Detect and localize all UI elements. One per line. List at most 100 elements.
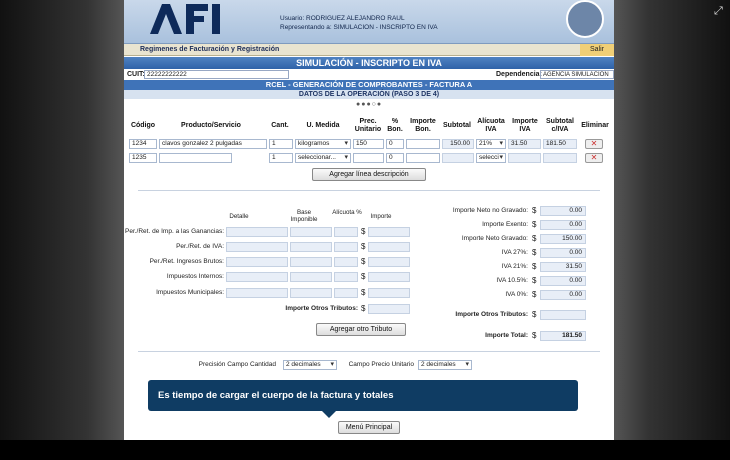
afip-app: Usuario: RODRIGUEZ ALEJANDRO RAUL Repres…	[124, 0, 614, 440]
tributo-alicuota-input[interactable]	[334, 227, 358, 237]
total-value-iva21: 31.50	[540, 262, 586, 272]
agregar-tributo-button[interactable]: Agregar otro Tributo	[316, 323, 406, 336]
currency-symbol: $	[532, 220, 537, 229]
total-value-iva0: 0.00	[540, 290, 586, 300]
tributo-detalle-input[interactable]	[226, 242, 288, 252]
eliminar-button[interactable]: ✕	[585, 153, 603, 163]
precision-precio-label: Campo Precio Unitario	[348, 361, 414, 368]
tributo-label-iva: Per./Ret. de IVA:	[176, 243, 224, 250]
col-eliminar: Eliminar	[581, 122, 609, 129]
umedida-select[interactable]: kilogramos	[295, 139, 351, 149]
tributo-detalle-input[interactable]	[226, 257, 288, 267]
simulation-banner: SIMULACIÓN - INSCRIPTO EN IVA	[124, 57, 614, 69]
tributo-alicuota-input[interactable]	[334, 257, 358, 267]
cantidad-input[interactable]: 1	[269, 139, 293, 149]
total-value-exento: 0.00	[540, 220, 586, 230]
tributo-importe-input[interactable]	[368, 257, 410, 267]
tributo-col-detalle: Detalle	[229, 213, 249, 220]
codigo-input[interactable]: 1234	[129, 139, 157, 149]
currency-symbol: $	[532, 290, 537, 299]
subtotal-value	[442, 153, 474, 163]
otros-tributos-value	[368, 304, 410, 314]
precio-input[interactable]	[353, 153, 384, 163]
col-alicuota: Alícuota IVA	[477, 118, 505, 133]
step-title: DATOS DE LA OPERACIÓN (PASO 3 DE 4)	[124, 90, 614, 99]
alicuota-select[interactable]: 21%	[476, 139, 506, 149]
menu-item-regimenes[interactable]: Regimenes de Facturación y Registración	[140, 46, 279, 53]
importe-iva-value: 31.50	[508, 139, 541, 149]
represented-entity: Representando a: SIMULACION - INSCRIPTO …	[280, 24, 438, 31]
subtotal-value: 150.00	[442, 139, 474, 149]
total-value-no-gravado: 0.00	[540, 206, 586, 216]
col-subtotaliva: Subtotal c/IVA	[546, 118, 574, 133]
currency-symbol: $	[361, 272, 366, 281]
screen: ⤢ Usuario: RODRIGUEZ ALEJANDRO RAUL Repr…	[0, 0, 730, 460]
total-label-iva27: IVA 27%:	[501, 249, 528, 256]
tributo-alicuota-input[interactable]	[334, 272, 358, 282]
total-value-gravado: 150.00	[540, 234, 586, 244]
dependencia-value: AGENCIA SIMULACION	[540, 70, 614, 79]
agregar-linea-button[interactable]: Agregar línea descripción	[312, 168, 426, 181]
col-cant: Cant.	[271, 122, 289, 129]
tributo-base-input[interactable]	[290, 227, 332, 237]
importe-total-value: 181.50	[540, 331, 586, 341]
umedida-select[interactable]: seleccionar...	[295, 153, 351, 163]
tributo-label-ganancias: Per./Ret. de Imp. a las Ganancias:	[125, 228, 224, 235]
bonificacion-input[interactable]: 0	[386, 139, 404, 149]
right-vignette	[614, 0, 730, 440]
total-label-otros-tributos: Importe Otros Tributos:	[455, 311, 528, 318]
precio-input[interactable]: 150	[353, 139, 384, 149]
importe-iva-value	[508, 153, 541, 163]
tributo-importe-input[interactable]	[368, 242, 410, 252]
tributo-detalle-input[interactable]	[226, 272, 288, 282]
col-impbon: Importe Bon.	[410, 118, 436, 133]
otros-tributos-label: Importe Otros Tributos:	[285, 305, 358, 312]
producto-input[interactable]	[159, 153, 232, 163]
currency-symbol: $	[532, 234, 537, 243]
tributo-detalle-input[interactable]	[226, 288, 288, 298]
tributo-importe-input[interactable]	[368, 288, 410, 298]
currency-symbol: $	[361, 304, 366, 313]
user-name: Usuario: RODRIGUEZ ALEJANDRO RAUL	[280, 15, 405, 22]
tributo-col-alicuota: Alícuota %	[332, 209, 362, 216]
tributo-alicuota-input[interactable]	[334, 288, 358, 298]
currency-symbol: $	[532, 248, 537, 257]
currency-symbol: $	[361, 288, 366, 297]
fullscreen-icon[interactable]: ⤢	[714, 6, 724, 17]
rcel-title: RCEL - GENERACIÓN DE COMPROBANTES - FACT…	[124, 80, 614, 90]
precision-precio-select[interactable]: 2 decimales	[418, 360, 472, 370]
importe-bon-input[interactable]	[406, 153, 440, 163]
currency-symbol: $	[532, 331, 537, 340]
menu-principal-button[interactable]: Menú Principal	[338, 421, 400, 434]
tributo-base-input[interactable]	[290, 272, 332, 282]
tributo-base-input[interactable]	[290, 242, 332, 252]
tributo-importe-input[interactable]	[368, 227, 410, 237]
menu-bar: Regimenes de Facturación y Registración …	[124, 44, 614, 56]
currency-symbol: $	[532, 310, 537, 319]
total-label-iva105: IVA 10.5%:	[496, 277, 528, 284]
currency-symbol: $	[532, 206, 537, 215]
cantidad-input[interactable]: 1	[269, 153, 293, 163]
total-label-no-gravado: Importe Neto no Gravado:	[452, 207, 528, 214]
tributo-base-input[interactable]	[290, 257, 332, 267]
step-indicator: ●●●○●	[356, 101, 383, 108]
bonificacion-input[interactable]: 0	[386, 153, 404, 163]
precision-cantidad-select[interactable]: 2 decimales	[283, 360, 337, 370]
tributo-importe-input[interactable]	[368, 272, 410, 282]
total-value-iva105: 0.00	[540, 276, 586, 286]
col-impiva: Importe IVA	[512, 118, 538, 133]
col-umedida: U. Medida	[306, 122, 340, 129]
producto-input[interactable]: clavos gonzalez 2 pulgadas	[159, 139, 267, 149]
callout-tail	[322, 411, 336, 418]
salir-button[interactable]: Salir	[580, 44, 614, 56]
afip-logo-icon	[150, 4, 220, 34]
importe-bon-input[interactable]	[406, 139, 440, 149]
tributo-base-input[interactable]	[290, 288, 332, 298]
codigo-input[interactable]: 1235	[129, 153, 157, 163]
alicuota-select[interactable]: selecci	[476, 153, 506, 163]
eliminar-button[interactable]: ✕	[585, 139, 603, 149]
col-codigo: Código	[130, 122, 156, 129]
tributo-alicuota-input[interactable]	[334, 242, 358, 252]
tributo-detalle-input[interactable]	[226, 227, 288, 237]
subtotal-iva-value	[543, 153, 577, 163]
